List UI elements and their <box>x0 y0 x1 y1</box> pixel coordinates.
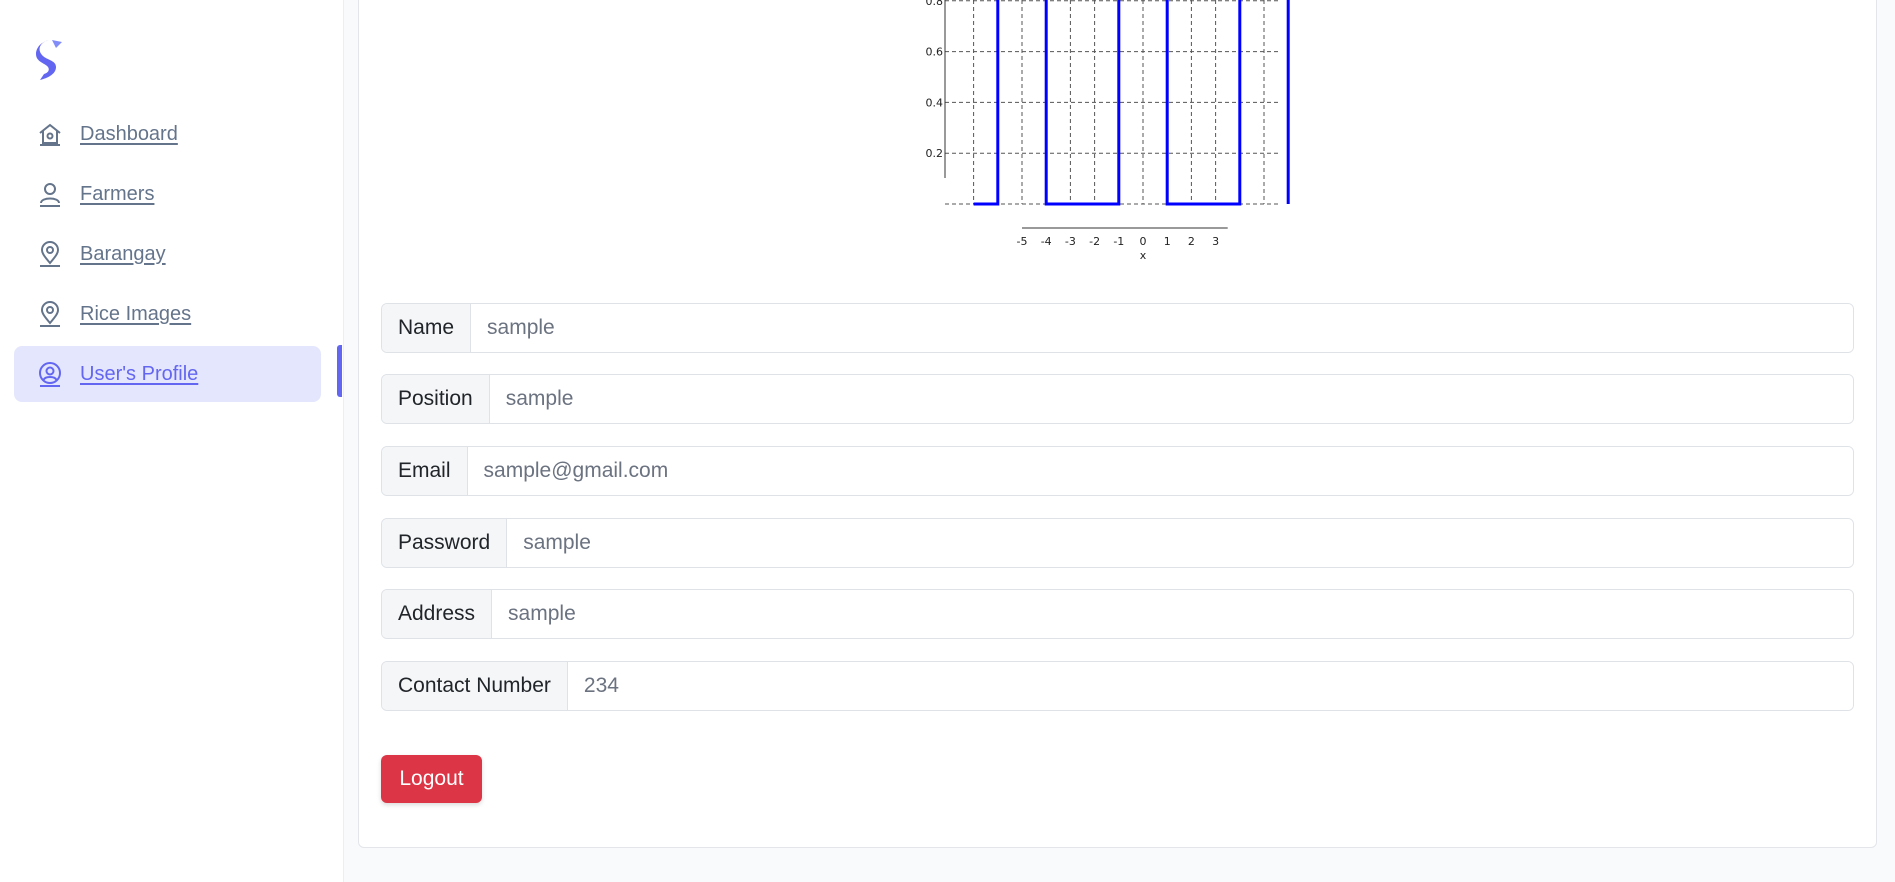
contact-number-field: Contact Number <box>381 661 1854 711</box>
address-label: Address <box>382 590 493 638</box>
y-tick-label: 0.4 <box>926 96 944 109</box>
logo-icon[interactable] <box>34 38 64 82</box>
position-input[interactable] <box>489 375 1853 423</box>
sidebar-item-label[interactable]: Farmers <box>80 183 154 206</box>
sidebar-item-label[interactable]: Dashboard <box>80 123 178 146</box>
x-tick-label: 1 <box>1164 235 1171 248</box>
plot-svg: -5 -4 -3 -2 -1 0 1 2 3 0.8 0.6 0.4 0.2 x <box>926 0 1290 262</box>
sidebar-item-label[interactable]: Rice Images <box>80 303 191 326</box>
home-icon <box>36 120 64 148</box>
x-tick-label: -4 <box>1041 235 1052 248</box>
sidebar-item-farmers[interactable]: Farmers <box>14 166 321 222</box>
sidebar-item-rice-images[interactable]: Rice Images <box>14 286 321 342</box>
password-input[interactable] <box>507 519 1853 567</box>
profile-plot: -5 -4 -3 -2 -1 0 1 2 3 0.8 0.6 0.4 0.2 x <box>915 0 1315 270</box>
sidebar: Dashboard Farmers Barangay Rice Images U… <box>0 0 344 882</box>
x-tick-label: 2 <box>1188 235 1195 248</box>
user-icon <box>36 180 64 208</box>
sidebar-nav: Dashboard Farmers Barangay Rice Images U… <box>14 106 344 406</box>
x-axis-label: x <box>1140 249 1147 262</box>
logout-button[interactable]: Logout <box>381 755 482 803</box>
email-input[interactable] <box>467 447 1853 495</box>
sidebar-item-label[interactable]: User's Profile <box>80 363 198 386</box>
address-input[interactable] <box>492 590 1853 638</box>
x-tick-label: 0 <box>1140 235 1147 248</box>
user-circle-icon <box>36 360 64 388</box>
position-label: Position <box>382 375 490 423</box>
email-label: Email <box>382 447 468 495</box>
contact-number-label: Contact Number <box>382 662 568 710</box>
sidebar-item-barangay[interactable]: Barangay <box>14 226 321 282</box>
map-pin-icon <box>36 300 64 328</box>
x-tick-label: -5 <box>1017 235 1028 248</box>
x-tick-label: -3 <box>1065 235 1076 248</box>
sidebar-item-users-profile[interactable]: User's Profile <box>14 346 321 402</box>
y-tick-label: 0.2 <box>926 147 944 160</box>
password-field: Password <box>381 518 1854 568</box>
sidebar-item-dashboard[interactable]: Dashboard <box>14 106 321 162</box>
sidebar-item-label[interactable]: Barangay <box>80 243 166 266</box>
map-pin-icon <box>36 240 64 268</box>
name-label: Name <box>382 304 472 352</box>
x-tick-label: -2 <box>1089 235 1100 248</box>
x-tick-label: -1 <box>1113 235 1124 248</box>
y-tick-label: 0.6 <box>926 46 944 59</box>
contact-number-input[interactable] <box>567 662 1853 710</box>
position-field: Position <box>381 374 1854 424</box>
address-field: Address <box>381 589 1854 639</box>
x-tick-label: 3 <box>1212 235 1219 248</box>
email-field: Email <box>381 446 1854 496</box>
name-input[interactable] <box>471 304 1853 352</box>
password-label: Password <box>382 519 508 567</box>
active-indicator <box>337 345 342 397</box>
y-tick-label: 0.8 <box>926 0 944 8</box>
name-field: Name <box>381 303 1854 353</box>
